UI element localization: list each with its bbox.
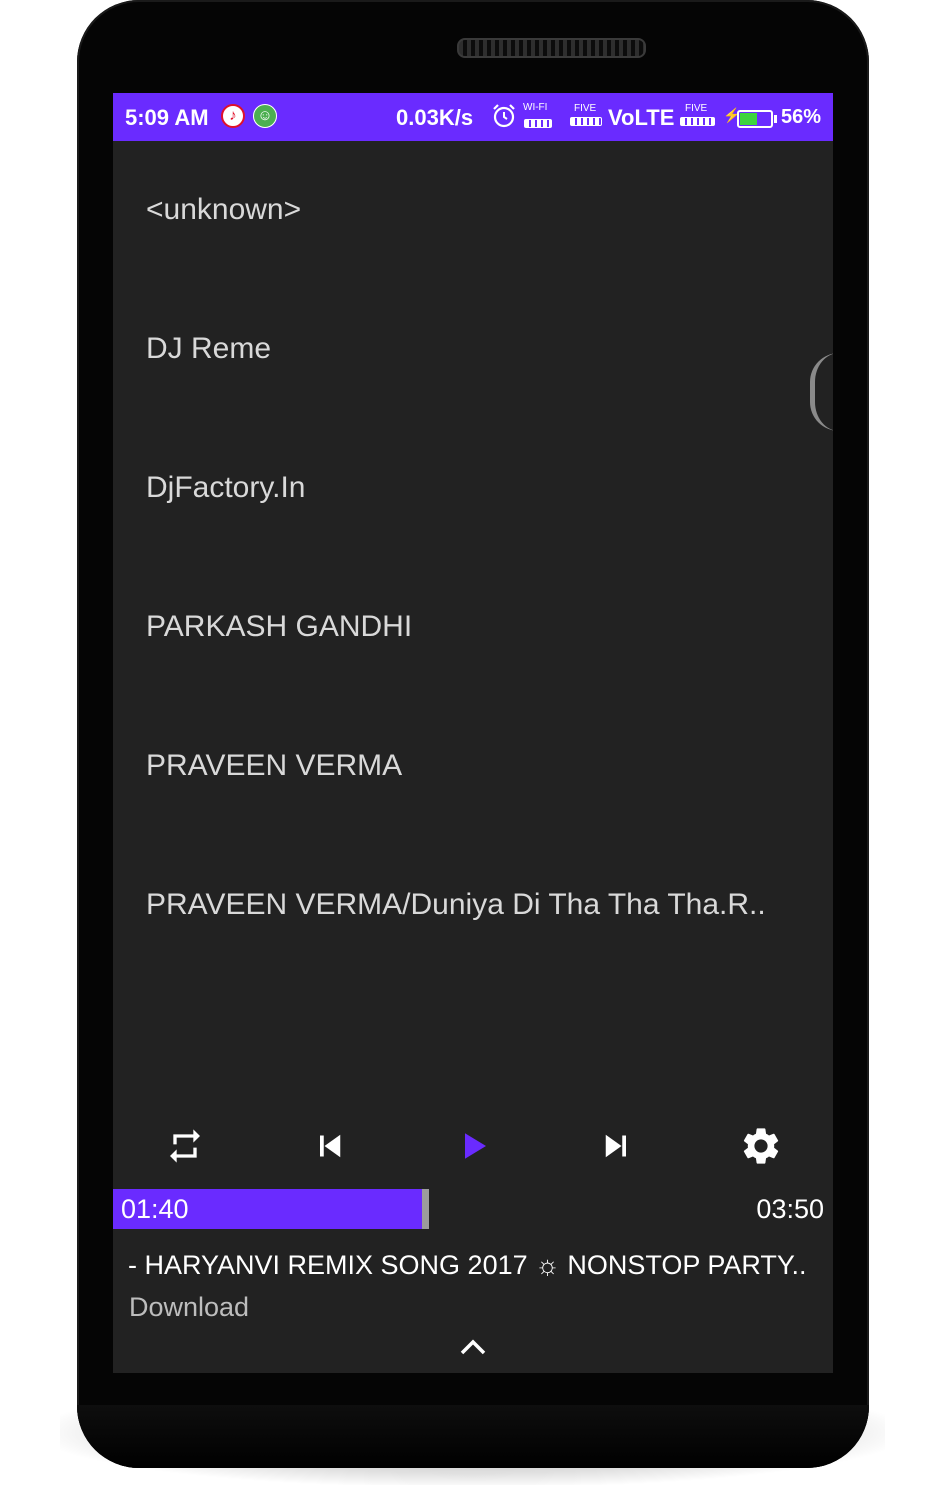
artist-name: PRAVEEN VERMA/Duniya Di Tha Tha Tha.R..	[146, 888, 766, 921]
battery-icon	[737, 110, 777, 128]
artist-list-item[interactable]: PARKASH GANDHI	[113, 558, 833, 697]
signal-icon-2	[680, 117, 715, 126]
status-bar: 5:09 AM ♪ ☺ 0.03K/s WI-FI FIVE VoLTE FIV…	[113, 93, 833, 141]
artist-list-item[interactable]: PRAVEEN VERMA	[113, 697, 833, 836]
current-time: 01:40	[121, 1194, 189, 1224]
previous-button[interactable]	[299, 1118, 359, 1178]
total-time: 03:50	[756, 1194, 824, 1224]
settings-button[interactable]	[731, 1118, 791, 1178]
chevron-up-icon	[459, 1338, 487, 1361]
play-button[interactable]	[444, 1118, 504, 1178]
volte-label: VoLTE	[608, 105, 675, 130]
artist-name: PRAVEEN VERMA	[146, 749, 403, 782]
android-debug-icon: ☺	[253, 104, 277, 128]
player-controls	[113, 1118, 833, 1180]
artist-name: PARKASH GANDHI	[146, 610, 413, 643]
artist-list-item[interactable]: DjFactory.In	[113, 419, 833, 558]
previous-icon	[311, 1128, 347, 1169]
song-subtitle: Download	[129, 1292, 250, 1322]
battery-percent: 56%	[781, 106, 822, 128]
artist-list-item[interactable]: PRAVEEN VERMA/Duniya Di Tha Tha Tha.R..	[113, 836, 833, 975]
artist-list-item[interactable]: DJ Reme	[113, 280, 833, 419]
song-title[interactable]: - HARYANVI REMIX SONG 2017 ☼ NONSTOP PAR…	[128, 1250, 806, 1281]
sim2-label: FIVE	[685, 103, 708, 114]
battery-tip	[774, 115, 777, 123]
settings-icon	[739, 1124, 783, 1173]
seek-bar-thumb[interactable]	[422, 1189, 429, 1229]
alarm-icon	[491, 103, 517, 134]
seek-bar[interactable]: 01:40 03:50	[113, 1189, 833, 1229]
repeat-icon	[165, 1126, 205, 1171]
artist-name: DJ Reme	[146, 332, 272, 365]
play-icon	[456, 1128, 492, 1169]
artist-name: <unknown>	[146, 193, 302, 226]
next-button[interactable]	[587, 1118, 647, 1178]
expand-player-button[interactable]	[458, 1337, 488, 1361]
artist-name: DjFactory.In	[146, 471, 306, 504]
signal-icon	[570, 117, 602, 126]
network-speed: 0.03K/s	[396, 105, 474, 130]
phone-chin	[77, 1405, 869, 1468]
sim1-label: FIVE	[574, 103, 597, 114]
artist-list-item[interactable]: <unknown>	[113, 141, 833, 280]
music-notification-icon: ♪	[221, 104, 245, 128]
wifi-label: WI-FI	[523, 102, 548, 113]
battery-fill	[740, 113, 757, 125]
status-time: 5:09 AM	[125, 105, 209, 130]
wifi-icon	[524, 119, 552, 128]
next-icon	[599, 1128, 635, 1169]
earpiece-speaker	[457, 38, 646, 58]
repeat-button[interactable]	[155, 1118, 215, 1178]
screen: 5:09 AM ♪ ☺ 0.03K/s WI-FI FIVE VoLTE FIV…	[113, 93, 833, 1373]
